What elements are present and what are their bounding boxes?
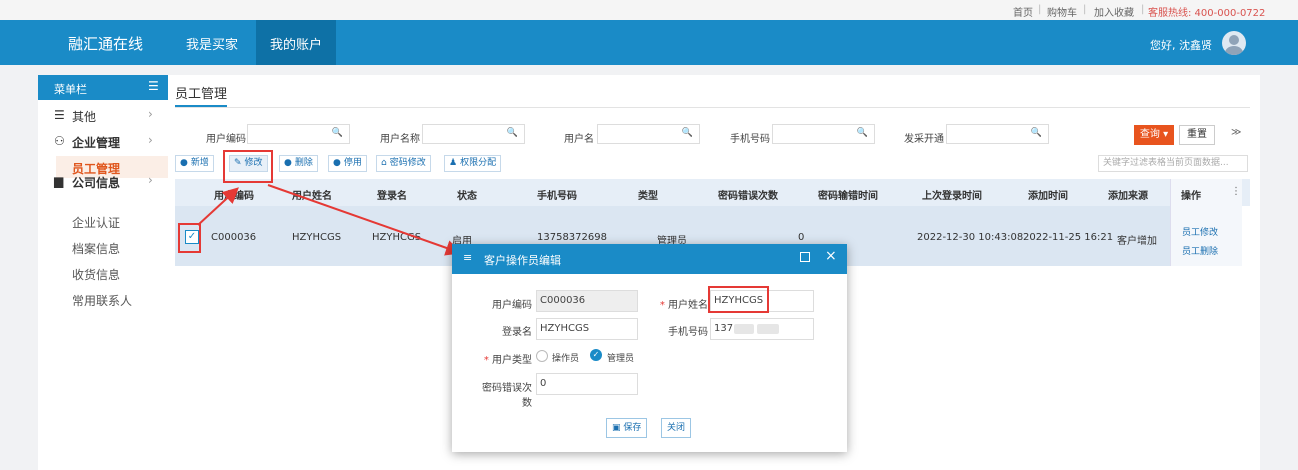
- edit-operator-dialog: ≡ 客户操作员编辑 × 用户编码 C000036 * 用户姓名 HZYHCGS …: [452, 244, 847, 452]
- radio-operator[interactable]: [536, 350, 548, 362]
- close-icon[interactable]: ×: [825, 248, 837, 264]
- name-label: * 用户姓名: [659, 300, 708, 311]
- errors-label: 密码错误次数: [482, 383, 532, 409]
- type-label: * 用户类型: [483, 355, 532, 366]
- phone-value: 137: [714, 323, 734, 334]
- close-button[interactable]: 关闭: [661, 418, 692, 438]
- redacted-mask: [734, 324, 754, 334]
- maximize-icon[interactable]: [800, 252, 810, 262]
- redacted-mask: [757, 324, 779, 334]
- errors-field[interactable]: 0: [536, 373, 638, 395]
- dialog-header[interactable]: ≡ 客户操作员编辑 ×: [452, 244, 847, 274]
- arrow-to-edit: [197, 187, 239, 226]
- highlight-name-field: [708, 286, 769, 313]
- code-field[interactable]: C000036: [536, 290, 638, 312]
- radio-admin-label: 管理员: [607, 354, 635, 364]
- radio-admin[interactable]: ✓: [590, 349, 602, 361]
- dialog-icon: ≡: [463, 251, 473, 264]
- radio-operator-label: 操作员: [552, 354, 580, 364]
- save-icon: ▣: [612, 423, 624, 433]
- code-label: 用户编码: [492, 300, 532, 311]
- save-button[interactable]: ▣ 保存: [606, 418, 648, 438]
- save-label: 保存: [623, 423, 642, 433]
- phone-field[interactable]: 137: [710, 318, 814, 340]
- name-label-text: 用户姓名: [668, 300, 708, 311]
- login-label: 登录名: [502, 327, 532, 338]
- arrow-to-dialog: [267, 184, 462, 256]
- login-field[interactable]: HZYHCGS: [536, 318, 638, 340]
- dialog-title: 客户操作员编辑: [484, 254, 561, 267]
- phone-label: 手机号码: [668, 327, 708, 338]
- type-label-text: 用户类型: [492, 355, 532, 366]
